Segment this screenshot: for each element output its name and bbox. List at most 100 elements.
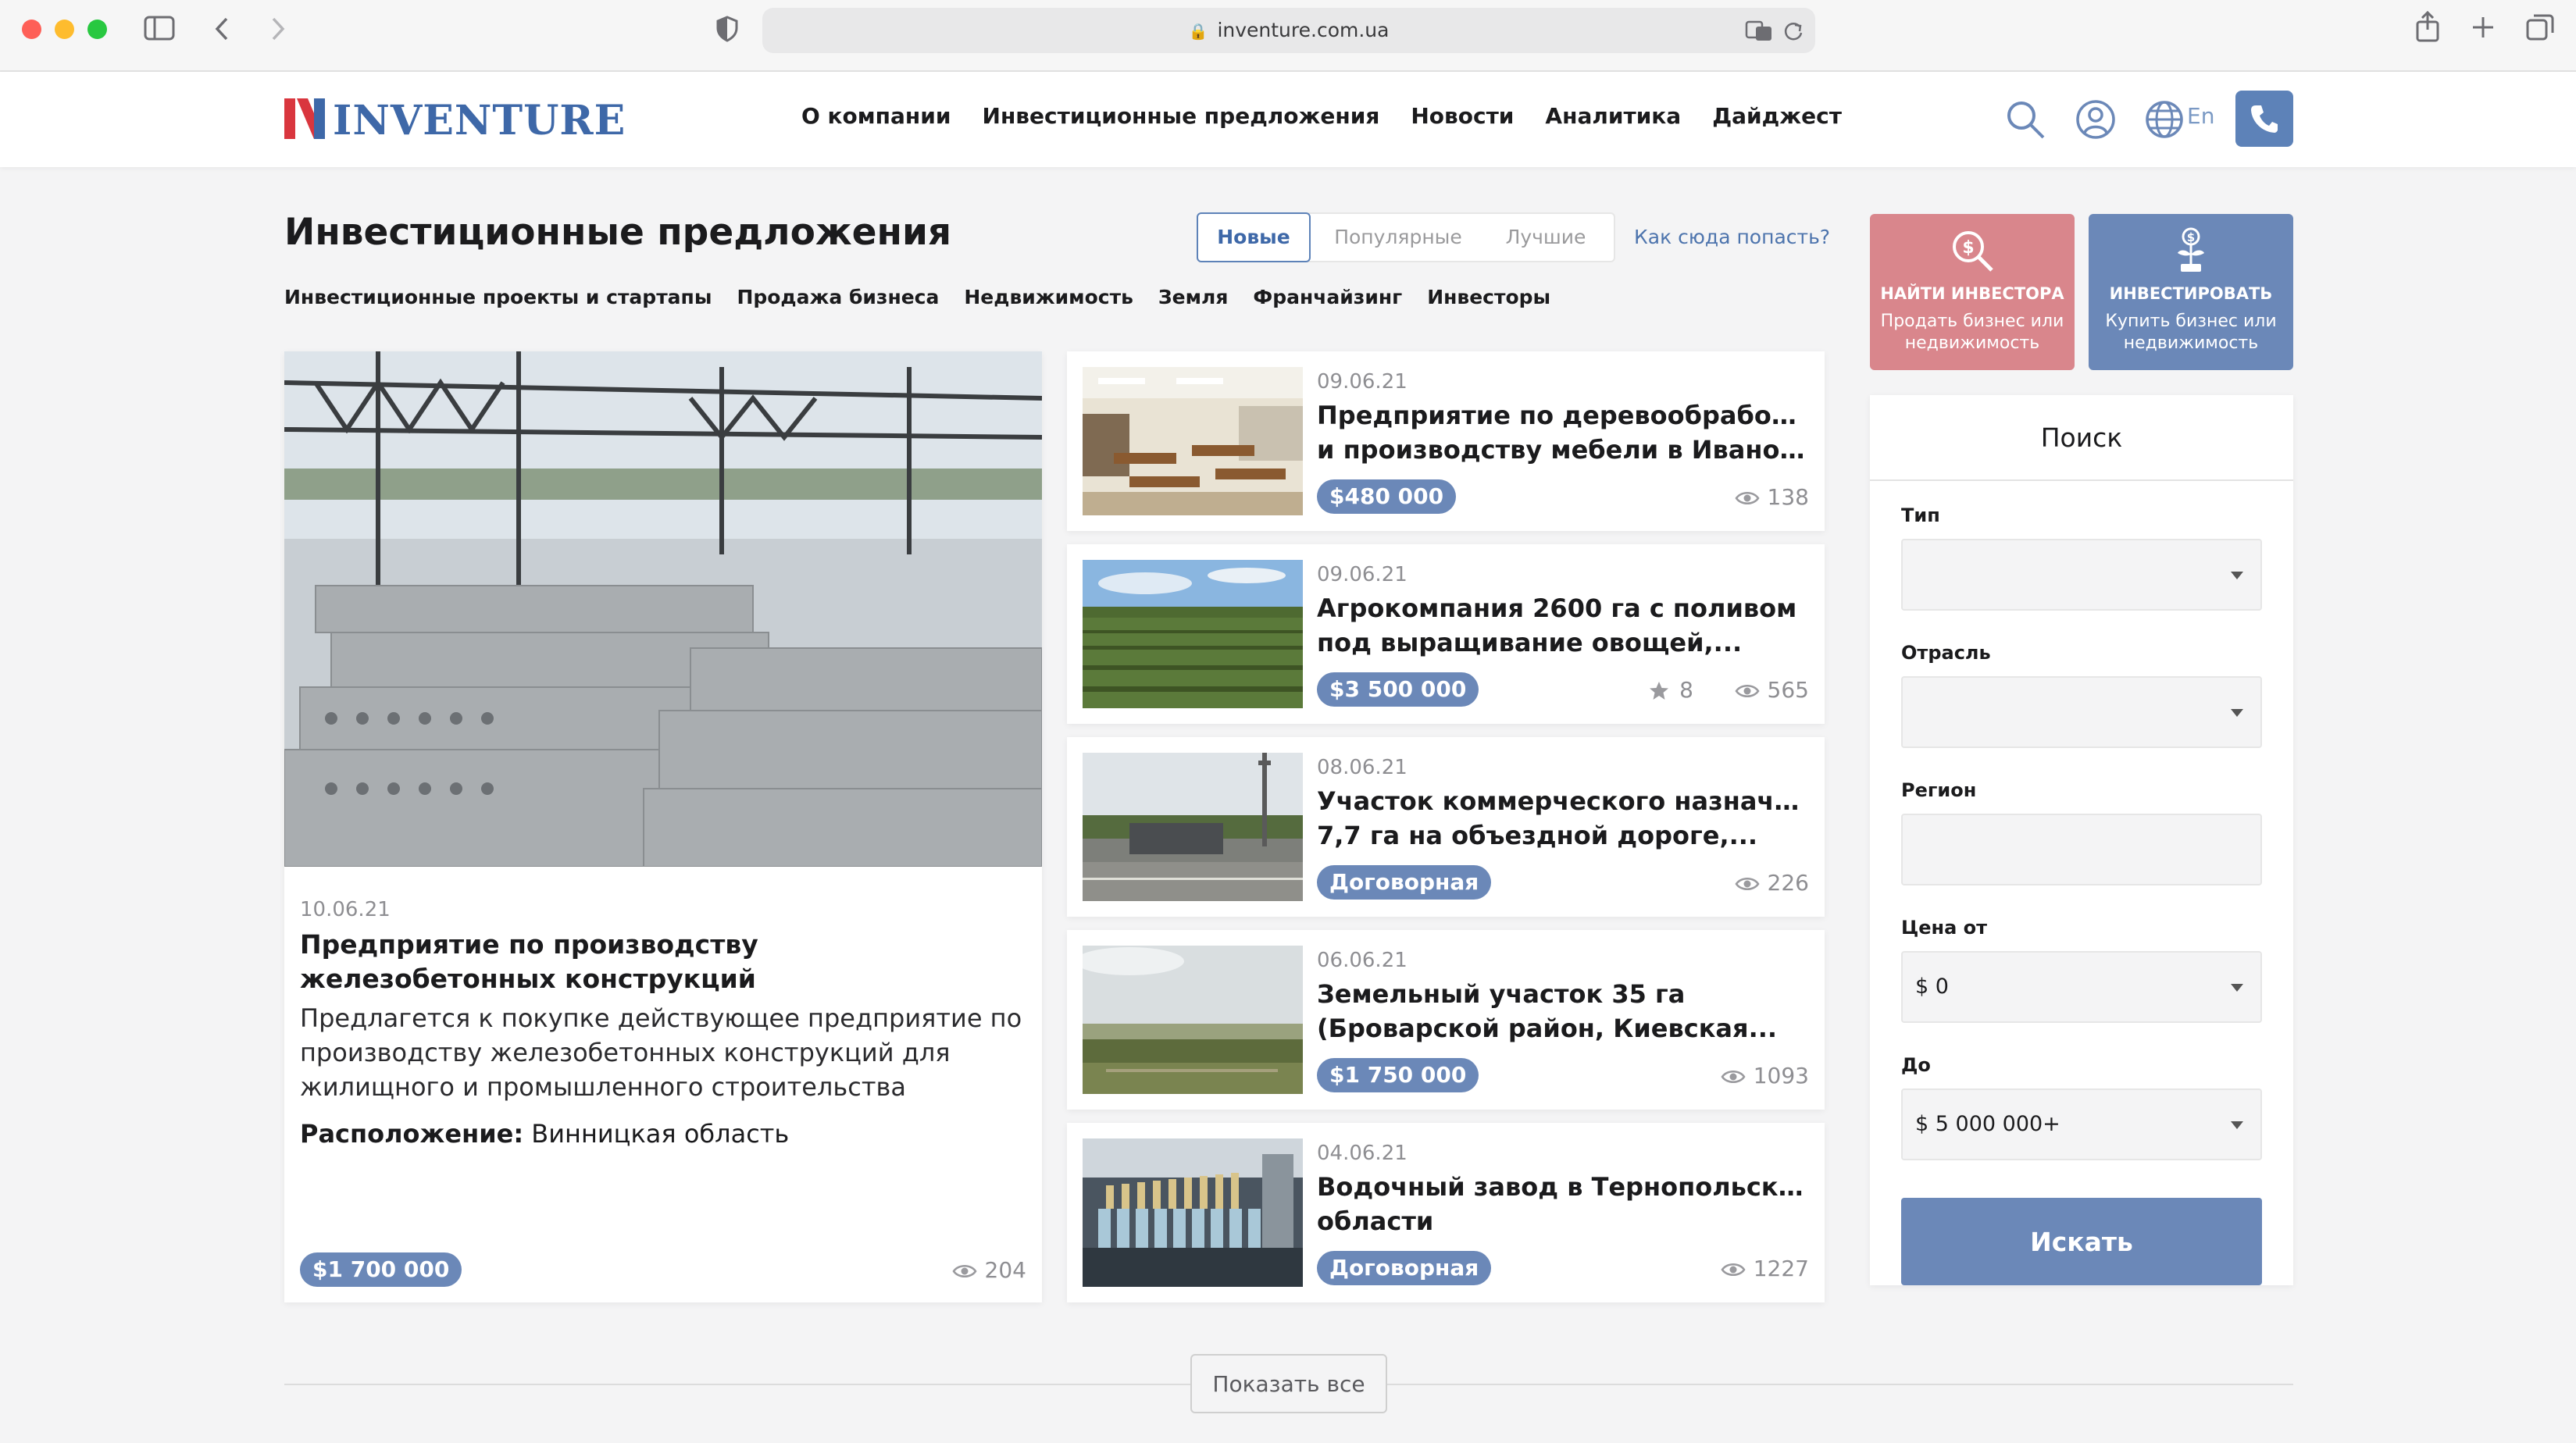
listing-title-line-2: области [1317,1206,1434,1236]
listing-title-line-1: Участок коммерческого назначения [1317,786,1809,816]
type-select[interactable] [1901,539,2262,611]
tab-new[interactable]: Новые [1197,212,1311,262]
category-franchising[interactable]: Франчайзинг [1253,286,1402,308]
globe-icon[interactable] [2143,98,2185,141]
invest-title: ИНВЕСТИРОВАТЬ [2109,284,2273,303]
listing-image[interactable] [1083,1138,1303,1287]
view-count-value: 226 [1767,870,1809,896]
browser-toolbar: 🔒 inventure.com.ua [0,0,2576,72]
chevron-down-icon [2231,709,2243,717]
listing-date: 08.06.21 [1317,756,1408,779]
site-header: INVENTURE О компании Инвестиционные пред… [0,72,2576,167]
lock-icon: 🔒 [1188,22,1208,41]
listing-card[interactable]: 04.06.21 Водочный завод в Тернопольской … [1067,1123,1825,1302]
page-title: Инвестиционные предложения [284,211,952,254]
phone-button[interactable] [2235,91,2293,147]
listing-title[interactable]: Предприятие по деревообработке и произво… [1317,398,1809,467]
type-label: Тип [1901,504,1940,526]
listing-image[interactable] [1083,753,1303,901]
chevron-down-icon [2231,1121,2243,1129]
tab-overview-icon[interactable] [2526,14,2554,41]
eye-icon [1721,1071,1746,1083]
listing-title[interactable]: Агрокомпания 2600 га с поливом под выращ… [1317,591,1809,660]
back-icon[interactable] [212,16,231,42]
view-count-value: 565 [1767,677,1809,703]
sidebar-toggle-icon[interactable] [144,16,175,42]
category-land[interactable]: Земля [1158,286,1229,308]
region-input[interactable] [1901,814,2262,885]
how-to-get-listed-link[interactable]: Как сюда попасть? [1634,226,1830,248]
svg-text:$: $ [2187,230,2195,244]
nav-item-news[interactable]: Новости [1411,103,1514,129]
listing-title[interactable]: Водочный завод в Тернопольской области [1317,1170,1809,1238]
search-money-icon: $ [1953,231,1993,272]
featured-listing-image[interactable] [284,351,1042,867]
listing-card[interactable]: 06.06.21 Земельный участок 35 га (Бровар… [1067,930,1825,1110]
chevron-down-icon [2231,984,2243,992]
forward-icon[interactable] [269,16,287,42]
eye-icon [1721,1263,1746,1276]
category-investors[interactable]: Инвесторы [1427,286,1550,308]
show-all-button[interactable]: Показать все [1190,1354,1387,1413]
listing-date: 06.06.21 [1317,949,1408,972]
nav-item-analytics[interactable]: Аналитика [1545,103,1681,129]
rating-count-value: 8 [1679,677,1693,703]
view-count: 138 [1735,484,1809,510]
zoom-window-button[interactable] [87,20,107,39]
price-from-label: Цена от [1901,917,1988,939]
find-investor-button[interactable]: $ НАЙТИ ИНВЕСТОРА Продать бизнес или нед… [1870,214,2075,370]
category-filters: Инвестиционные проекты и стартапы Продаж… [284,286,1550,308]
invest-button[interactable]: $ ИНВЕСТИРОВАТЬ Купить бизнес или недвиж… [2089,214,2293,370]
featured-listing-card[interactable]: 10.06.21 Предприятие по производству жел… [284,351,1042,1302]
nav-item-digest[interactable]: Дайджест [1712,103,1842,129]
listing-image[interactable] [1083,367,1303,515]
industry-select[interactable] [1901,676,2262,748]
listing-title[interactable]: Участок коммерческого назначения 7,7 га … [1317,784,1809,853]
search-panel-title: Поиск [1870,395,2293,481]
listing-image[interactable] [1083,560,1303,708]
nav-item-offers[interactable]: Инвестиционные предложения [983,103,1380,129]
nav-item-about[interactable]: О компании [801,103,951,129]
search-submit-button[interactable]: Искать [1901,1198,2262,1285]
listing-card[interactable]: 08.06.21 Участок коммерческого назначени… [1067,737,1825,917]
listing-title-line-1: Земельный участок 35 га [1317,979,1686,1009]
search-icon[interactable] [2004,98,2046,141]
price-to-select[interactable]: $ 5 000 000+ [1901,1088,2262,1160]
listing-location: Расположение: Винницкая область [300,1117,789,1151]
price-from-select[interactable]: $ 0 [1901,951,2262,1023]
listing-card[interactable]: 09.06.21 Агрокомпания 2600 га с поливом … [1067,544,1825,724]
user-icon[interactable] [2075,98,2117,141]
address-bar[interactable]: 🔒 inventure.com.ua [762,8,1815,53]
category-real-estate[interactable]: Недвижимость [964,286,1133,308]
new-tab-icon[interactable] [2471,16,2495,39]
shield-icon[interactable] [715,16,739,42]
translate-icon[interactable] [1745,20,1775,42]
location-label: Расположение: [300,1119,524,1149]
listing-card[interactable]: 09.06.21 Предприятие по деревообработке … [1067,351,1825,531]
tab-best[interactable]: Лучшие [1487,214,1604,261]
minimize-window-button[interactable] [55,20,74,39]
share-icon[interactable] [2415,11,2440,42]
url-text: inventure.com.ua [1217,19,1390,41]
language-switcher[interactable]: En [2187,103,2214,129]
rating-count: 8 [1648,677,1693,703]
tab-popular[interactable]: Популярные [1320,214,1476,261]
close-window-button[interactable] [22,20,41,39]
view-count: 226 [1735,870,1809,896]
invest-subtitle: Купить бизнес или недвижимость [2105,312,2277,353]
price-to-label: До [1901,1054,1931,1076]
listing-title[interactable]: Предприятие по производству железобетонн… [300,928,1019,996]
category-projects[interactable]: Инвестиционные проекты и стартапы [284,286,712,308]
listing-title[interactable]: Земельный участок 35 га (Броварской райо… [1317,977,1809,1046]
price-from-value: $ 0 [1915,974,1949,999]
price-to-value: $ 5 000 000+ [1915,1112,2060,1136]
find-investor-subtitle: Продать бизнес или недвижимость [1880,312,2064,353]
price-badge: $480 000 [1317,479,1457,514]
logo-mark-icon [284,98,325,139]
logo-text: INVENTURE [333,97,626,144]
listing-image[interactable] [1083,946,1303,1094]
category-business-sale[interactable]: Продажа бизнеса [737,286,939,308]
listing-title-line-2: 7,7 га на объездной дороге,... [1317,821,1758,850]
reload-icon[interactable] [1782,20,1804,42]
location-value: Винницкая область [531,1119,790,1149]
